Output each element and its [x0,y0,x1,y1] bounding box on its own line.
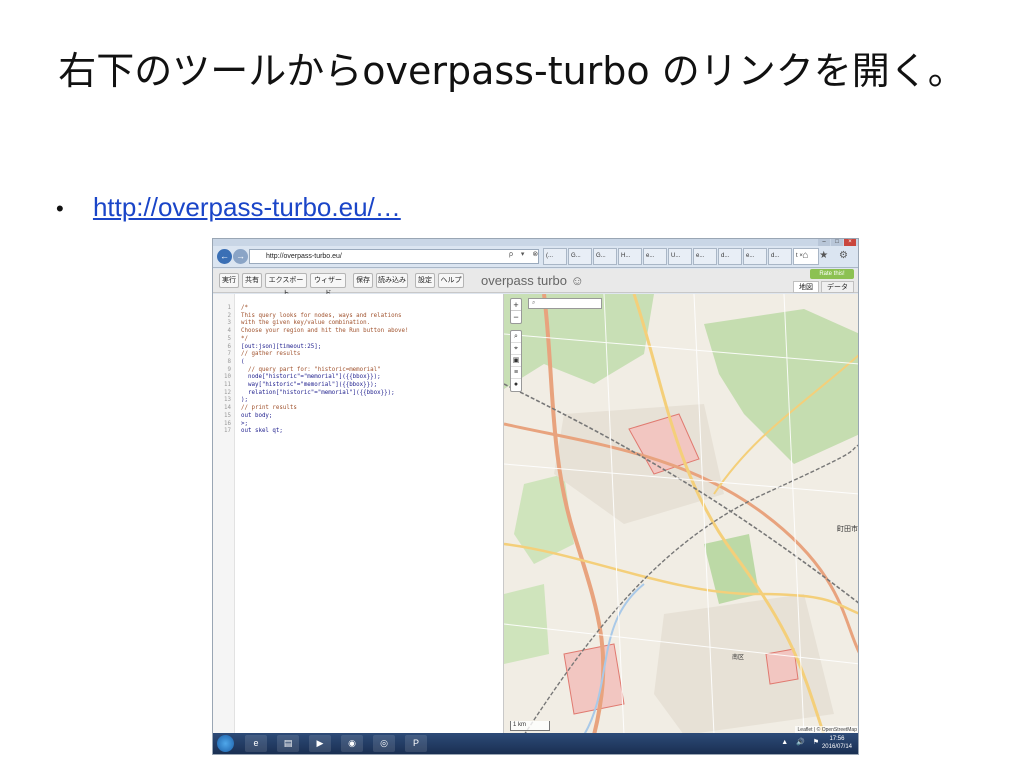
browser-tab[interactable]: e... [743,248,767,265]
address-bar: ← → http://overpass-turbo.eu/ ρ ▾ ⊗ C (.… [213,246,858,268]
locate-icon[interactable]: ⌖ [511,343,521,355]
bullet-item: • http://overpass-turbo.eu/… [56,192,401,223]
browser-tabs: (... G... G... H... e... U... e... d... e... d..… [543,248,819,265]
map-canvas [504,294,858,735]
map-search-input[interactable]: ⌕ [528,298,602,309]
browser-tab[interactable]: e... [693,248,717,265]
overpass-toolbar: 実行共有エクスポートウィザード保存読み込み設定ヘルプ overpass turb… [213,269,858,297]
bullet-dot-icon: • [56,196,64,221]
windows-taskbar: e ▤ ▶ ◉ ◎ P ▲ 🔊 ⚑ 17:56 2016/07/14 [213,733,858,754]
toolbar-button[interactable]: ヘルプ [438,273,464,288]
tab-map[interactable]: 地図 [793,281,819,293]
map-tools: ⌕ ⌖ ▣ ≡ ● [510,330,522,392]
layers-icon[interactable]: ≡ [511,367,521,379]
chrome-icon[interactable]: ◎ [373,735,395,752]
toolbar-button[interactable]: 保存 [353,273,373,288]
browser-tab[interactable]: H... [618,248,642,265]
toolbar-button[interactable]: ウィザード [310,273,346,297]
firefox-icon[interactable]: ◉ [341,735,363,752]
code-text: out skel qt; [241,428,283,435]
zoom-in-button[interactable]: + [511,299,521,311]
clock-date: 2016/07/14 [821,744,852,750]
url-input[interactable]: http://overpass-turbo.eu/ [249,249,539,264]
browser-tab[interactable]: e... [643,248,667,265]
toolbar-button[interactable]: エクスポート [265,273,307,297]
rate-button[interactable]: Rate this! [810,269,854,279]
start-button[interactable] [217,735,234,752]
folder-icon[interactable]: ▤ [277,735,299,752]
back-icon[interactable]: ← [217,249,232,264]
minimize-icon[interactable]: – [818,239,830,246]
window-titlebar: – □ × [213,239,858,246]
map-label-city: 町田市 [837,526,858,533]
browser-tab[interactable]: d... [718,248,742,265]
fit-data-icon[interactable]: ▣ [511,355,521,367]
toolbar-button[interactable]: 共有 [242,273,262,288]
close-icon[interactable]: × [844,239,856,246]
zoom-control: + − [510,298,522,324]
browser-tab[interactable]: U... [668,248,692,265]
clock: 17:56 2016/07/14 [822,735,852,751]
browser-tab[interactable]: (... [543,248,567,265]
query-editor[interactable]: 1/* 2 This query looks for nodes, ways and… [213,294,504,735]
system-tray[interactable]: ▲ 🔊 ⚑ [781,738,822,746]
map-scale: 1 km [510,721,550,731]
toolbar-button[interactable]: 読み込み [376,273,408,288]
code-text: // gather results [241,351,301,358]
search-location-icon[interactable]: ⌕ [511,331,521,343]
code-text: Choose your region and hit the Run butto… [241,328,409,335]
slide-title: 右下のツールからoverpass-turbo のリンクを開く。 [58,49,966,93]
display-icon[interactable]: ● [511,379,521,391]
tab-data[interactable]: データ [821,281,854,293]
browser-tab[interactable]: G... [568,248,592,265]
media-player-icon[interactable]: ▶ [309,735,331,752]
browser-tab[interactable]: d... [768,248,792,265]
map-label-ward: 南区 [732,655,745,661]
clock-time: 17:56 [829,736,845,742]
browser-icons[interactable]: ⌂ ★ ⚙ [802,250,852,261]
line-number: 17 [224,428,231,435]
map-view[interactable]: + − ⌕ ⌕ ⌖ ▣ ≡ ● 町田市 南区 1 km Leaflet | © … [504,294,858,735]
toolbar-button[interactable]: 設定 [415,273,435,288]
powerpoint-icon[interactable]: P [405,735,427,752]
app-title: overpass turbo ☺ [481,273,584,288]
maximize-icon[interactable]: □ [831,239,843,246]
forward-icon[interactable]: → [233,249,248,264]
overpass-turbo-link[interactable]: http://overpass-turbo.eu/… [93,192,401,222]
browser-tab[interactable]: G... [593,248,617,265]
toolbar-button[interactable]: 実行 [219,273,239,288]
search-icon: ⌕ [532,300,536,306]
zoom-out-button[interactable]: − [511,311,521,323]
ie-icon[interactable]: e [245,735,267,752]
code-text: relation["historic"="memorial"]({{bbox}}… [241,389,395,396]
browser-screenshot: – □ × ← → http://overpass-turbo.eu/ ρ ▾ … [212,238,859,755]
